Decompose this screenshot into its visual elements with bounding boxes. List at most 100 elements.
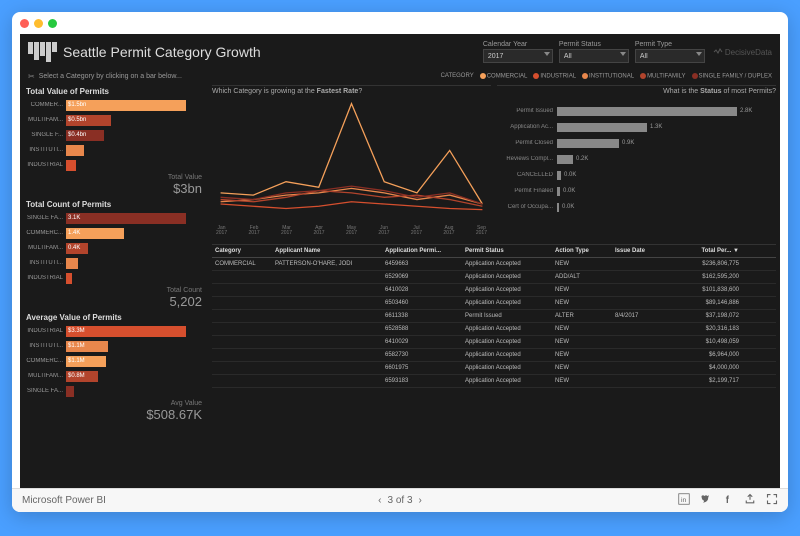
chart-title-growth: Which Category is growing at the Fastest… — [212, 88, 491, 95]
right-panel: Which Category is growing at the Fastest… — [208, 83, 780, 477]
status-bar-row[interactable]: Permit Finaled0.0K — [497, 183, 774, 199]
bar-row[interactable]: INDUSTRIAL — [26, 271, 202, 285]
filter-select[interactable]: All — [559, 49, 629, 63]
filter-select[interactable]: 2017 — [483, 49, 553, 63]
footer: Microsoft Power BI ‹ 3 of 3 › in f — [12, 488, 788, 512]
facebook-icon[interactable]: f — [722, 493, 734, 508]
bar-chart[interactable]: COMMER...$1.5bnMULTIFAM...$0.5bnSINGLE F… — [26, 98, 202, 172]
kpi: Total Count5,202 — [26, 287, 202, 309]
bar-chart-section: Total Count of Permits SINGLE FA...3.1KCO… — [26, 200, 202, 309]
fullscreen-icon[interactable] — [766, 493, 778, 508]
status-bar-row[interactable]: Reviews Compl...0.2K — [497, 151, 774, 167]
bar-row[interactable]: MULTIFAM...$0.5bn — [26, 113, 202, 127]
line-chart[interactable]: Which Category is growing at the Fastest… — [212, 85, 491, 240]
bar-row[interactable]: INDUSTRIAL$3.3M — [26, 324, 202, 338]
legend-item[interactable]: COMMERCIAL — [480, 73, 528, 80]
twitter-icon[interactable] — [700, 493, 712, 508]
bar-row[interactable]: INSTITUTI... — [26, 143, 202, 157]
bar-chart[interactable]: SINGLE FA...3.1KCOMMERC...1.4KMULTIFAM..… — [26, 211, 202, 285]
legend-item[interactable]: INSTITUTIONAL — [582, 73, 634, 80]
table-row[interactable]: 6529069Application AcceptedADD/ALT$162,5… — [212, 271, 776, 284]
bar-chart[interactable]: INDUSTRIAL$3.3MINSTITUTI...$1.1MCOMMERC.… — [26, 324, 202, 398]
chart-title-status: What is the Status of most Permits? — [497, 88, 776, 95]
pager[interactable]: ‹ 3 of 3 › — [378, 495, 422, 506]
column-header[interactable]: Action Type — [552, 247, 612, 255]
data-table[interactable]: CategoryApplicant NameApplication Permi.… — [212, 244, 776, 475]
status-bars: Permit Issued2.8KApplication Ac...1.3KPe… — [497, 95, 776, 215]
bar-row[interactable]: SINGLE FA... — [26, 384, 202, 398]
dashboard: Seattle Permit Category Growth Calendar … — [20, 34, 780, 488]
table-row[interactable]: COMMERCIALPATTERSON-O'HARE, JODI6459663A… — [212, 258, 776, 271]
bar-row[interactable]: SINGLE FA...3.1K — [26, 211, 202, 225]
filters: Calendar Year2017 Permit StatusAll Permit … — [483, 41, 705, 63]
svg-text:f: f — [726, 495, 730, 505]
legend: Category COMMERCIALINDUSTRIALINSTITUTION… — [441, 73, 772, 80]
kpi: Total Value$3bn — [26, 174, 202, 196]
bar-row[interactable]: INSTITUTI... — [26, 256, 202, 270]
left-panel: Total Value of PermitsCOMMER...$1.5bnMUL… — [20, 83, 208, 477]
legend-item[interactable]: SINGLE FAMILY / DUPLEX — [692, 73, 772, 80]
page-title: Seattle Permit Category Growth — [63, 44, 261, 60]
chevron-right-icon[interactable]: › — [419, 495, 422, 506]
scissors-icon: ✂ — [28, 72, 35, 81]
table-row[interactable]: 6528588Application AcceptedNEW$20,316,18… — [212, 323, 776, 336]
column-header[interactable]: Total Per... ▼ — [672, 247, 742, 255]
bar-row[interactable]: MULTIFAM...$0.8M — [26, 369, 202, 383]
bar-chart-section: Total Value of Permits COMMER...$1.5bnMUL… — [26, 87, 202, 196]
bar-row[interactable]: COMMER...$1.5bn — [26, 98, 202, 112]
table-row[interactable]: 6582730Application AcceptedNEW$6,964,000 — [212, 349, 776, 362]
app-window: Seattle Permit Category Growth Calendar … — [12, 12, 788, 512]
status-bar-row[interactable]: Permit Closed0.9K — [497, 135, 774, 151]
buildings-icon — [28, 42, 57, 62]
bar-row[interactable]: MULTIFAM...0.4K — [26, 241, 202, 255]
table-header: CategoryApplicant NameApplication Permi.… — [212, 245, 776, 258]
footer-brand: Microsoft Power BI — [22, 495, 106, 506]
table-row[interactable]: 6410029Application AcceptedNEW$10,498,05… — [212, 336, 776, 349]
table-row[interactable]: 6593183Application AcceptedNEW$2,199,717 — [212, 375, 776, 388]
column-header[interactable]: Permit Status — [462, 247, 552, 255]
status-bar-row[interactable]: CANCELLED0.0K — [497, 167, 774, 183]
bar-chart-section: Average Value of Permits INDUSTRIAL$3.3MI… — [26, 313, 202, 422]
status-bar-row[interactable]: Permit Issued2.8K — [497, 103, 774, 119]
status-bar-row[interactable]: Cert of Occupa...0.0K — [497, 199, 774, 215]
table-row[interactable]: 6503460Application AcceptedNEW$89,146,88… — [212, 297, 776, 310]
table-row[interactable]: 6410028Application AcceptedNEW$101,838,6… — [212, 284, 776, 297]
status-bar-row[interactable]: Application Ac...1.3K — [497, 119, 774, 135]
section-title: Total Value of Permits — [26, 87, 202, 96]
chevron-left-icon[interactable]: ‹ — [378, 495, 381, 506]
legend-item[interactable]: INDUSTRIAL — [533, 73, 576, 80]
column-header[interactable]: Applicant Name — [272, 247, 382, 255]
filter-select[interactable]: All — [635, 49, 705, 63]
share-icon[interactable] — [744, 493, 756, 508]
subheader: ✂ Select a Category by clicking on a bar… — [20, 70, 780, 83]
status-chart[interactable]: What is the Status of most Permits? Perm… — [497, 85, 776, 240]
svg-text:in: in — [681, 497, 686, 504]
bar-row[interactable]: INDUSTRIAL — [26, 158, 202, 172]
titlebar — [12, 12, 788, 34]
filter-permit-type: Permit TypeAll — [635, 41, 705, 63]
close-icon[interactable] — [20, 19, 29, 28]
table-row[interactable]: 6611338Permit IssuedALTER8/4/2017$37,198… — [212, 310, 776, 323]
column-header[interactable]: Application Permi... — [382, 247, 462, 255]
filter-permit-status: Permit StatusAll — [559, 41, 629, 63]
section-title: Average Value of Permits — [26, 313, 202, 322]
header: Seattle Permit Category Growth Calendar … — [20, 34, 780, 70]
bar-row[interactable]: COMMERC...1.4K — [26, 226, 202, 240]
kpi: Avg Value$508.67K — [26, 400, 202, 422]
filter-calendar-year: Calendar Year2017 — [483, 41, 553, 63]
subhead-text: Select a Category by clicking on a bar b… — [39, 73, 182, 80]
section-title: Total Count of Permits — [26, 200, 202, 209]
x-axis: Jan2017Feb2017Mar2017Apr2017May2017Jun20… — [212, 226, 491, 236]
column-header[interactable]: Issue Date — [612, 247, 672, 255]
legend-item[interactable]: MULTIFAMILY — [640, 73, 685, 80]
maximize-icon[interactable] — [48, 19, 57, 28]
column-header[interactable]: Category — [212, 247, 272, 255]
table-row[interactable]: 6601975Application AcceptedNEW$4,000,000 — [212, 362, 776, 375]
linkedin-icon[interactable]: in — [678, 493, 690, 508]
bar-row[interactable]: SINGLE F...$0.4bn — [26, 128, 202, 142]
brand-logo: DecisiveData — [713, 47, 772, 57]
line-chart-svg — [212, 95, 491, 224]
bar-row[interactable]: COMMERC...$1.1M — [26, 354, 202, 368]
minimize-icon[interactable] — [34, 19, 43, 28]
bar-row[interactable]: INSTITUTI...$1.1M — [26, 339, 202, 353]
